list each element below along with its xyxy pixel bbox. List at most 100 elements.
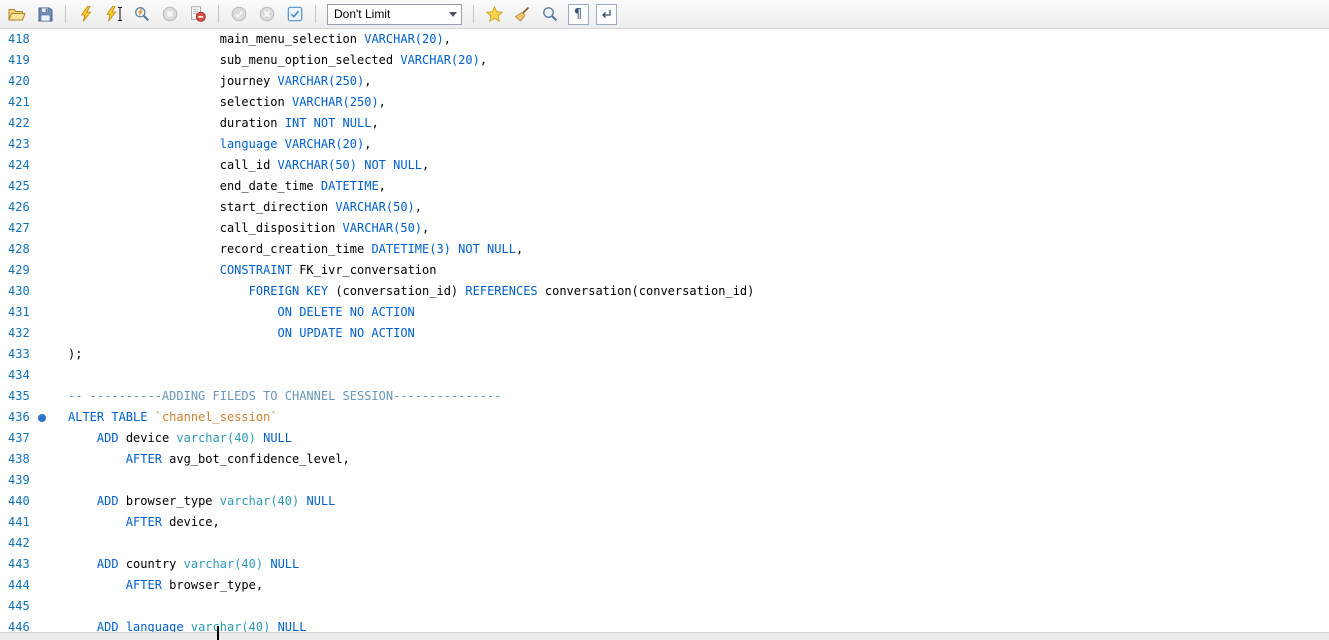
stop-execution-button[interactable]: [157, 2, 183, 26]
code-line[interactable]: 437 ADD device varchar(40) NULL: [0, 428, 1329, 449]
horizontal-scrollbar[interactable]: [0, 632, 1329, 640]
code-line[interactable]: 426 start_direction VARCHAR(50),: [0, 197, 1329, 218]
sql-editor-window: Don't Limit ¶: [0, 0, 1329, 640]
code-token: AFTER: [126, 452, 162, 466]
code-line[interactable]: 439: [0, 470, 1329, 491]
code-line[interactable]: 436ALTER TABLE `channel_session`: [0, 407, 1329, 428]
code-line[interactable]: 418 main_menu_selection VARCHAR(20),: [0, 29, 1329, 50]
code-text: main_menu_selection VARCHAR(20),: [68, 29, 451, 50]
line-number: 423: [0, 134, 30, 155]
line-marker-gutter: [30, 407, 68, 428]
line-number: 434: [0, 365, 30, 386]
code-line[interactable]: 433);: [0, 344, 1329, 365]
code-line[interactable]: 443 ADD country varchar(40) NULL: [0, 554, 1329, 575]
toolbar-separator: [218, 5, 219, 23]
autocommit-toggle[interactable]: [282, 2, 308, 26]
code-line[interactable]: 435-- ----------ADDING FILEDS TO CHANNEL…: [0, 386, 1329, 407]
code-line[interactable]: 431 ON DELETE NO ACTION: [0, 302, 1329, 323]
line-number: 424: [0, 155, 30, 176]
editor-toolbar: Don't Limit ¶: [0, 0, 1329, 29]
code-line[interactable]: 419 sub_menu_option_selected VARCHAR(20)…: [0, 50, 1329, 71]
find-button[interactable]: [537, 2, 563, 26]
line-number: 421: [0, 92, 30, 113]
code-line[interactable]: 424 call_id VARCHAR(50) NOT NULL,: [0, 155, 1329, 176]
stop-execution-icon: [162, 6, 178, 22]
code-line[interactable]: 441 AFTER device,: [0, 512, 1329, 533]
line-marker-gutter: [30, 512, 68, 533]
code-line[interactable]: 430 FOREIGN KEY (conversation_id) REFERE…: [0, 281, 1329, 302]
code-line[interactable]: 427 call_disposition VARCHAR(50),: [0, 218, 1329, 239]
code-line[interactable]: 423 language VARCHAR(20),: [0, 134, 1329, 155]
code-line[interactable]: 428 record_creation_time DATETIME(3) NOT…: [0, 239, 1329, 260]
open-script-button[interactable]: [4, 2, 30, 26]
save-snippet-button[interactable]: [481, 2, 507, 26]
code-line[interactable]: 445: [0, 596, 1329, 617]
code-text: start_direction VARCHAR(50),: [68, 197, 422, 218]
line-marker-gutter: [30, 554, 68, 575]
code-token: NULL: [263, 431, 292, 445]
code-text: duration INT NOT NULL,: [68, 113, 379, 134]
wrap-text-toggle[interactable]: [593, 2, 619, 26]
code-token: FK_ivr_conversation: [292, 263, 437, 277]
code-token: NULL: [270, 557, 299, 571]
code-token: (conversation_id): [328, 284, 465, 298]
code-line[interactable]: 432 ON UPDATE NO ACTION: [0, 323, 1329, 344]
code-token: main_menu_selection: [220, 32, 365, 46]
code-line[interactable]: 438 AFTER avg_bot_confidence_level,: [0, 449, 1329, 470]
line-number: 418: [0, 29, 30, 50]
save-snippet-icon: [486, 6, 503, 22]
line-marker-gutter: [30, 218, 68, 239]
code-token: -- ----------ADDING FILEDS TO CHANNEL SE…: [68, 389, 501, 403]
code-line[interactable]: 425 end_date_time DATETIME,: [0, 176, 1329, 197]
code-token: [147, 410, 154, 424]
code-token: device,: [162, 515, 220, 529]
line-marker-gutter: [30, 449, 68, 470]
code-token: duration: [220, 116, 285, 130]
code-text: CONSTRAINT FK_ivr_conversation: [68, 260, 436, 281]
code-line[interactable]: 422 duration INT NOT NULL,: [0, 113, 1329, 134]
code-text: ADD device varchar(40) NULL: [68, 428, 292, 449]
chevron-down-icon: [445, 12, 461, 17]
line-number: 432: [0, 323, 30, 344]
rollback-button[interactable]: [254, 2, 280, 26]
line-marker-gutter: [30, 260, 68, 281]
toolbar-separator: [65, 5, 66, 23]
line-number: 428: [0, 239, 30, 260]
code-line[interactable]: 442: [0, 533, 1329, 554]
code-token: browser_type,: [162, 578, 263, 592]
commit-button[interactable]: [226, 2, 252, 26]
code-editor[interactable]: 418 main_menu_selection VARCHAR(20),419 …: [0, 29, 1329, 640]
wrap-text-icon: [596, 4, 617, 25]
code-line[interactable]: 444 AFTER browser_type,: [0, 575, 1329, 596]
code-token: `channel_session`: [155, 410, 278, 424]
line-marker-gutter: [30, 596, 68, 617]
code-token: selection: [220, 95, 292, 109]
line-marker-gutter: [30, 575, 68, 596]
beautify-icon: [514, 6, 530, 22]
statement-start-dot: [38, 414, 46, 422]
code-token: avg_bot_confidence_level,: [162, 452, 350, 466]
line-number: 440: [0, 491, 30, 512]
code-line[interactable]: 434: [0, 365, 1329, 386]
execute-statement-button[interactable]: [101, 2, 127, 26]
beautify-button[interactable]: [509, 2, 535, 26]
code-line[interactable]: 420 journey VARCHAR(250),: [0, 71, 1329, 92]
code-token: call_disposition: [220, 221, 343, 235]
limit-rows-dropdown[interactable]: Don't Limit: [327, 4, 462, 25]
show-invisibles-toggle[interactable]: ¶: [565, 2, 591, 26]
explain-plan-button[interactable]: [129, 2, 155, 26]
text-caret: [217, 626, 219, 640]
save-script-button[interactable]: [32, 2, 58, 26]
code-token: VARCHAR(250): [292, 95, 379, 109]
code-text: ALTER TABLE `channel_session`: [68, 407, 278, 428]
stop-on-error-toggle[interactable]: [185, 2, 211, 26]
code-line[interactable]: 429 CONSTRAINT FK_ivr_conversation: [0, 260, 1329, 281]
code-text: record_creation_time DATETIME(3) NOT NUL…: [68, 239, 523, 260]
execute-script-button[interactable]: [73, 2, 99, 26]
code-token: ON DELETE NO ACTION: [278, 305, 415, 319]
line-marker-gutter: [30, 281, 68, 302]
code-text: AFTER browser_type,: [68, 575, 263, 596]
code-token: INT NOT NULL: [285, 116, 372, 130]
code-line[interactable]: 440 ADD browser_type varchar(40) NULL: [0, 491, 1329, 512]
code-line[interactable]: 421 selection VARCHAR(250),: [0, 92, 1329, 113]
